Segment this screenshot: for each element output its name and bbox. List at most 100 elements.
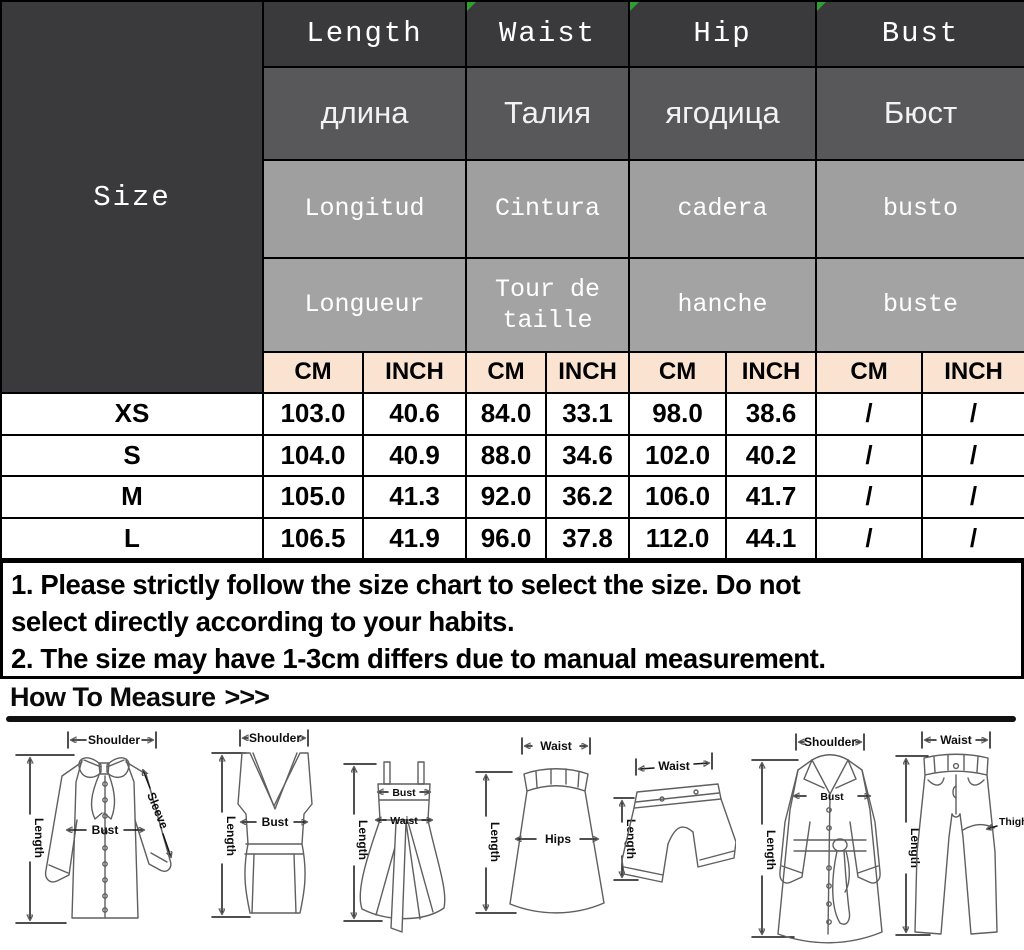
bust-label: Bust [392, 787, 416, 799]
shorts-diagram: Waist Length [606, 722, 736, 950]
value-cell: 92.0 [466, 476, 546, 517]
length-label: Length [764, 830, 778, 870]
thigh-label: Thigh [999, 816, 1024, 828]
value-cell: 41.3 [363, 476, 466, 517]
size-label: L [1, 518, 263, 560]
bust-label: Bust [262, 815, 289, 829]
value-cell: 34.6 [546, 435, 629, 476]
length-measure: Length [752, 760, 798, 937]
shoulder-measure: Shoulder [240, 730, 308, 746]
bust-measure: Bust [67, 823, 144, 837]
unit-cell: INCH [363, 352, 466, 393]
waist-label: Waist [940, 733, 972, 747]
waist-measure: Waist [922, 732, 990, 748]
pants-drawing [915, 754, 997, 934]
note-1-line-1: 1. Please strictly follow the size chart… [11, 566, 1013, 603]
length-measure: Length [344, 764, 382, 921]
blouse-drawing [46, 758, 171, 918]
shorts-drawing [622, 784, 736, 882]
shoulder-measure: Shoulder [796, 734, 864, 750]
header-length-fr: Longueur [263, 258, 466, 352]
value-cell: / [816, 476, 922, 517]
value-cell: / [922, 435, 1024, 476]
size-row-xs: XS 103.0 40.6 84.0 33.1 98.0 38.6 / / [1, 393, 1024, 434]
header-bust-es: busto [816, 160, 1024, 258]
header-hip-es: cadera [629, 160, 816, 258]
value-cell: 41.9 [363, 518, 466, 560]
value-cell: 40.6 [363, 393, 466, 434]
bust-label: Bust [820, 791, 844, 803]
shoulder-label: Shoulder [88, 733, 140, 747]
unit-cell: CM [263, 352, 363, 393]
note-1-line-2: select directly according to your habits… [11, 603, 1013, 640]
shoulder-label: Shoulder [249, 731, 301, 745]
header-length-es: Longitud [263, 160, 466, 258]
waist-measure: Waist [376, 815, 432, 827]
waist-label: Waist [390, 815, 418, 827]
tank-top-drawing [238, 753, 312, 913]
header-bust-en: Bust [816, 1, 1024, 67]
length-label: Length [488, 822, 502, 862]
value-cell: / [922, 393, 1024, 434]
bust-measure: Bust [378, 787, 430, 799]
value-cell: 33.1 [546, 393, 629, 434]
waist-label: Waist [658, 759, 690, 773]
value-cell: 84.0 [466, 393, 546, 434]
header-bust-fr: buste [816, 258, 1024, 352]
cell-corner-marker [817, 2, 826, 11]
pants-diagram: Waist Length Thigh [886, 722, 1024, 950]
length-measure: Length [16, 755, 74, 923]
value-cell: 106.5 [263, 518, 363, 560]
notes-box: 1. Please strictly follow the size chart… [0, 560, 1024, 679]
value-cell: 36.2 [546, 476, 629, 517]
hips-label: Hips [545, 832, 571, 846]
size-label: S [1, 435, 263, 476]
value-cell: 112.0 [629, 518, 726, 560]
value-cell: 96.0 [466, 518, 546, 560]
value-cell: / [922, 518, 1024, 560]
shoulder-measure: Shoulder [68, 732, 156, 748]
length-measure: Length [476, 772, 516, 913]
length-measure: Length [212, 753, 250, 917]
header-waist-fr: Tour de taille [466, 258, 629, 352]
dress-diagram: Length Bust Waist [336, 722, 464, 950]
value-cell: 38.6 [726, 393, 816, 434]
waist-measure: Waist [522, 738, 590, 754]
skirt-diagram: Waist Length Hips [466, 722, 606, 950]
header-length-en: Length [263, 1, 466, 67]
tank-top-diagram: Shoulder Length Bust [204, 722, 334, 950]
bust-label: Bust [92, 823, 119, 837]
length-measure: Length [896, 756, 930, 935]
value-cell: 102.0 [629, 435, 726, 476]
value-cell: 40.2 [726, 435, 816, 476]
size-corner-label: Size [93, 181, 171, 214]
header-waist-ru: Талия [466, 67, 629, 160]
unit-cell: CM [629, 352, 726, 393]
header-waist-es: Cintura [466, 160, 629, 258]
measure-diagrams: Shoulder Length [0, 722, 1024, 950]
value-cell: 98.0 [629, 393, 726, 434]
size-corner-cell: Size [1, 1, 263, 393]
blouse-diagram: Shoulder Length [4, 722, 202, 950]
hips-measure: Hips [516, 832, 598, 846]
value-cell: 44.1 [726, 518, 816, 560]
value-cell: 105.0 [263, 476, 363, 517]
waist-measure: Waist [636, 753, 712, 775]
value-cell: 37.8 [546, 518, 629, 560]
length-label: Length [32, 818, 46, 858]
value-cell: 41.7 [726, 476, 816, 517]
header-hip-en: Hip [629, 1, 816, 67]
size-chart-page: Size Length Waist Hip Bust длина Талия я… [0, 0, 1024, 950]
unit-cell: INCH [546, 352, 629, 393]
shoulder-label: Shoulder [804, 735, 856, 749]
unit-cell: INCH [726, 352, 816, 393]
unit-cell: CM [466, 352, 546, 393]
length-label: Length [224, 816, 238, 856]
cell-corner-marker [630, 2, 639, 11]
sleeve-label: Sleeve [144, 790, 171, 831]
length-label: Length [908, 828, 922, 868]
coat-drawing [778, 755, 882, 943]
size-label: M [1, 476, 263, 517]
value-cell: 106.0 [629, 476, 726, 517]
unit-cell: INCH [922, 352, 1024, 393]
